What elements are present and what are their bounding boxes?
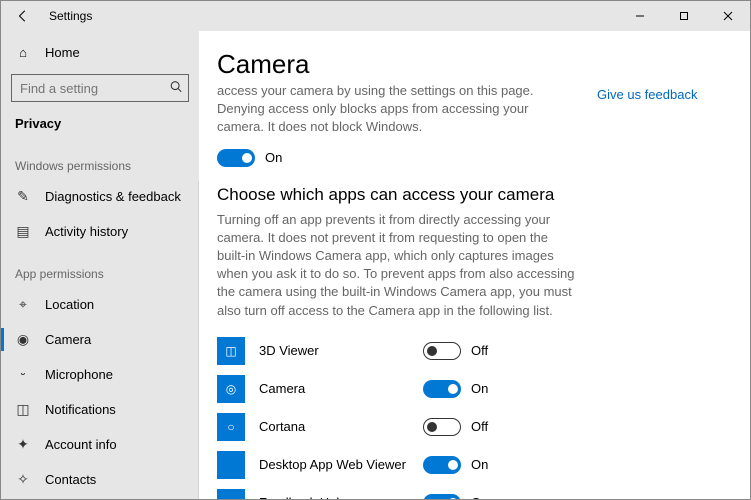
- app-name: Feedback Hub: [259, 495, 409, 499]
- app-icon: ○: [217, 413, 245, 441]
- app-toggle[interactable]: [423, 342, 461, 360]
- app-name: Camera: [259, 381, 409, 396]
- account-icon: ✦: [15, 436, 31, 453]
- app-name: Desktop App Web Viewer: [259, 457, 409, 472]
- app-row: Desktop App Web Viewer On: [217, 446, 577, 484]
- sidebar-item-label: Notifications: [45, 402, 116, 417]
- home-icon: ⌂: [15, 45, 31, 60]
- content: Camera access your camera by using the s…: [199, 31, 750, 499]
- titlebar: Settings: [1, 1, 750, 31]
- page-intro: access your camera by using the settings…: [217, 82, 577, 137]
- app-row: ○ Cortana Off: [217, 408, 577, 446]
- page-title: Camera: [217, 49, 577, 80]
- minimize-button[interactable]: [618, 1, 662, 31]
- app-toggle-label: On: [471, 457, 488, 472]
- app-icon: [217, 451, 245, 479]
- sidebar-section-title: Privacy: [1, 110, 199, 141]
- microphone-icon: ⏑: [15, 366, 31, 383]
- sidebar-item-label: Account info: [45, 437, 117, 452]
- sidebar-item-contacts[interactable]: ✧ Contacts: [1, 462, 199, 497]
- app-row: ◫ 3D Viewer Off: [217, 332, 577, 370]
- contacts-icon: ✧: [15, 471, 31, 488]
- section-label-app-permissions: App permissions: [1, 249, 199, 287]
- search-input[interactable]: [11, 74, 189, 102]
- location-icon: ⌖: [15, 296, 31, 313]
- sidebar-item-label: Location: [45, 297, 94, 312]
- app-icon: ◎: [217, 375, 245, 403]
- app-toggle-label: Off: [471, 343, 488, 358]
- app-toggle-label: On: [471, 381, 488, 396]
- back-button[interactable]: [1, 1, 45, 31]
- camera-icon: ◉: [15, 331, 31, 348]
- sidebar-item-camera[interactable]: ◉ Camera: [1, 322, 199, 357]
- sub-description: Turning off an app prevents it from dire…: [217, 211, 577, 320]
- sidebar-item-location[interactable]: ⌖ Location: [1, 287, 199, 322]
- app-icon: [217, 489, 245, 499]
- app-toggle[interactable]: [423, 494, 461, 499]
- section-label-windows-permissions: Windows permissions: [1, 141, 199, 179]
- close-button[interactable]: [706, 1, 750, 31]
- notifications-icon: ◫: [15, 401, 31, 418]
- sidebar-item-label: Microphone: [45, 367, 113, 382]
- sidebar-item-calendar[interactable]: ▦Calendar: [1, 497, 199, 499]
- diagnostics-icon: ✎: [15, 188, 31, 205]
- app-toggle[interactable]: [423, 380, 461, 398]
- app-toggle[interactable]: [423, 418, 461, 436]
- sidebar-item-account[interactable]: ✦ Account info: [1, 427, 199, 462]
- camera-access-toggle-label: On: [265, 150, 282, 165]
- sidebar-item-label: Diagnostics & feedback: [45, 189, 181, 204]
- history-icon: ▤: [15, 223, 31, 240]
- camera-access-toggle[interactable]: [217, 149, 255, 167]
- app-name: Cortana: [259, 419, 409, 434]
- app-icon: ◫: [217, 337, 245, 365]
- sidebar: ⌂ Home Privacy Windows permissions ✎ Diag…: [1, 31, 199, 499]
- sidebar-item-home[interactable]: ⌂ Home: [1, 39, 199, 66]
- app-toggle-label: Off: [471, 419, 488, 434]
- sidebar-item-label: Camera: [45, 332, 91, 347]
- search-icon: [169, 80, 183, 97]
- sidebar-item-label: Contacts: [45, 472, 96, 487]
- sidebar-item-microphone[interactable]: ⏑ Microphone: [1, 357, 199, 392]
- sidebar-item-history[interactable]: ▤ Activity history: [1, 214, 199, 249]
- subheading: Choose which apps can access your camera: [217, 185, 577, 205]
- window-title: Settings: [45, 9, 92, 23]
- app-toggle[interactable]: [423, 456, 461, 474]
- sidebar-item-label: Activity history: [45, 224, 128, 239]
- sidebar-item-notifications[interactable]: ◫ Notifications: [1, 392, 199, 427]
- feedback-link[interactable]: Give us feedback: [597, 87, 697, 102]
- app-row: Feedback Hub On: [217, 484, 577, 499]
- app-row: ◎ Camera On: [217, 370, 577, 408]
- maximize-button[interactable]: [662, 1, 706, 31]
- sidebar-item-diagnostics[interactable]: ✎ Diagnostics & feedback: [1, 179, 199, 214]
- app-name: 3D Viewer: [259, 343, 409, 358]
- app-toggle-label: On: [471, 495, 488, 499]
- sidebar-item-label: Home: [45, 45, 80, 60]
